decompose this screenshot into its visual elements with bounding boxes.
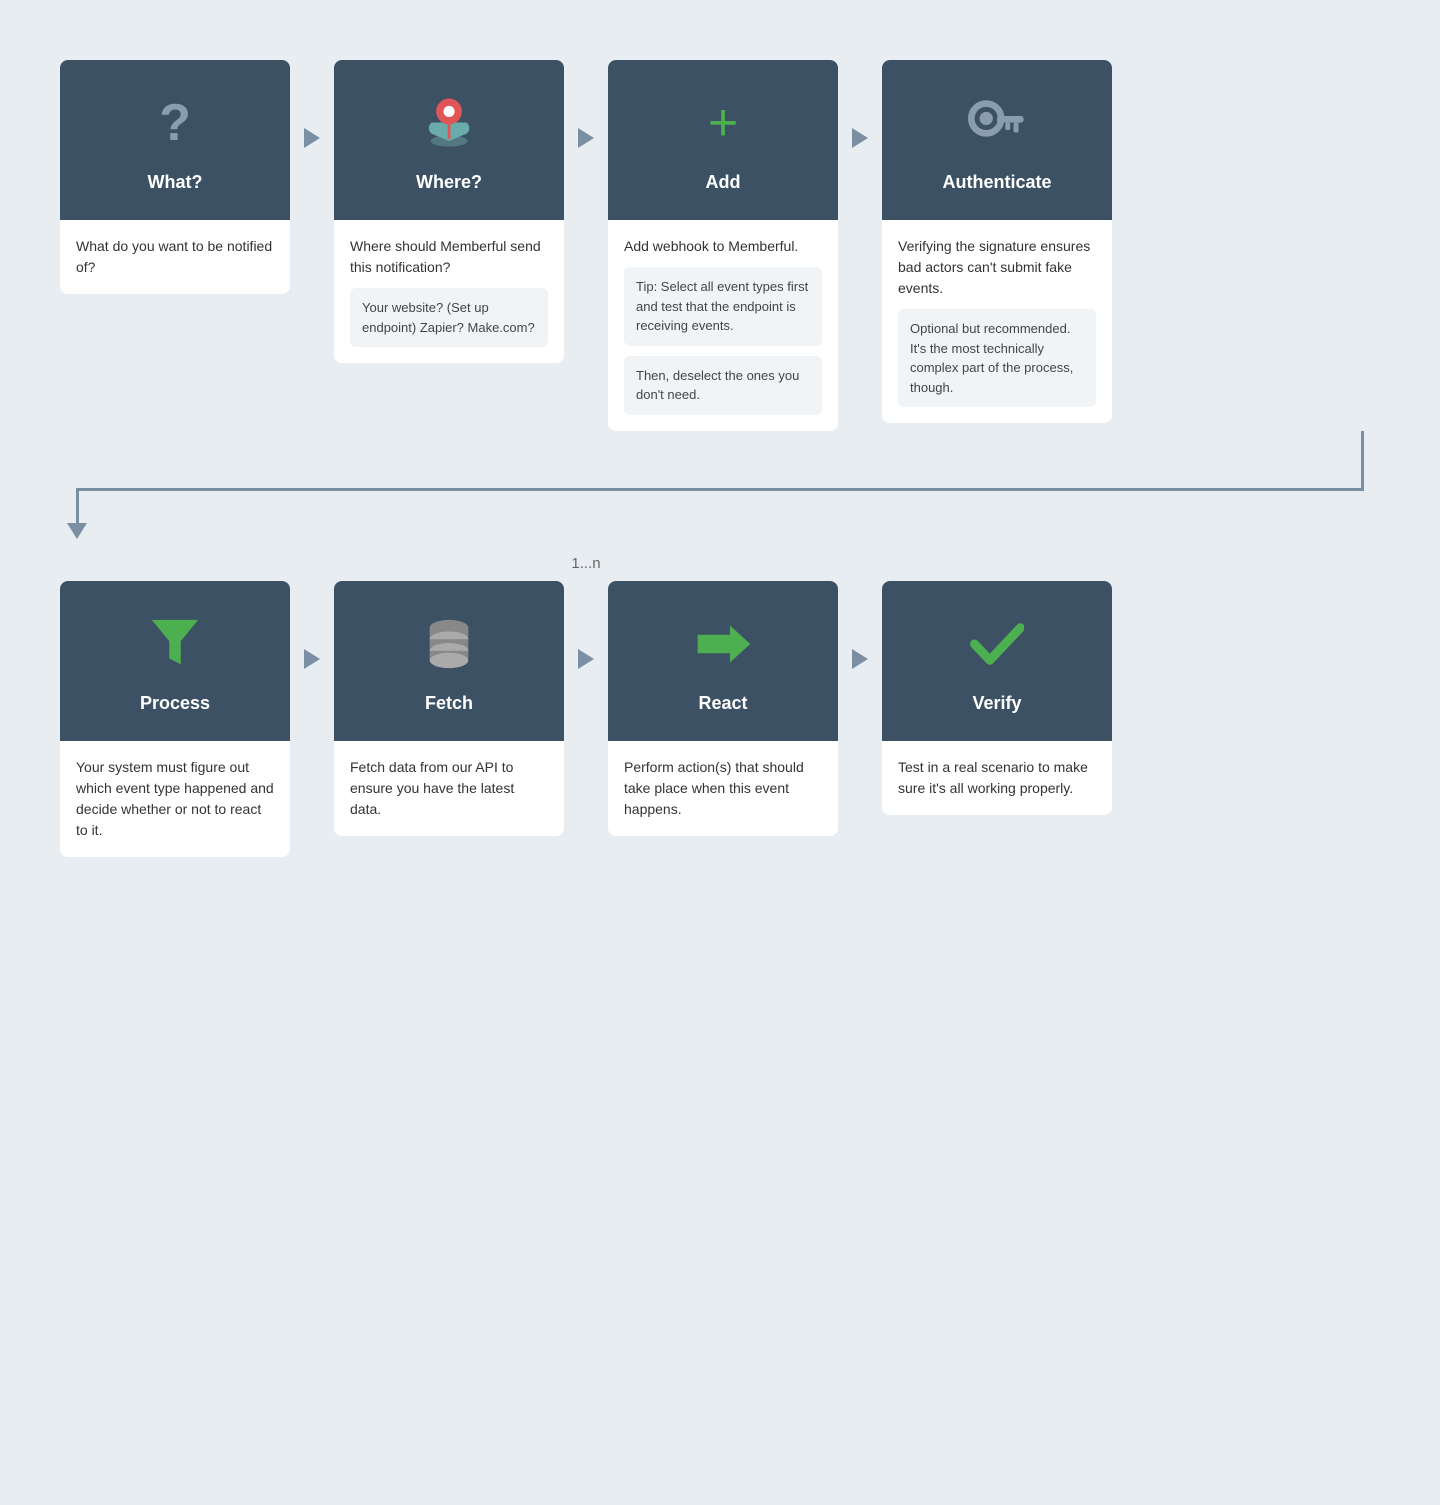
step-react-header: React (608, 581, 838, 741)
step-react-text: Perform action(s) that should take place… (624, 757, 822, 820)
arrow-right-icon2 (578, 128, 594, 148)
step-where-text2: Your website? (Set up endpoint) Zapier? … (362, 298, 536, 337)
step-process-body: Your system must figure out which event … (60, 741, 290, 857)
step-verify-text: Test in a real scenario to make sure it'… (898, 757, 1096, 799)
arrow-right-icon5 (578, 649, 594, 669)
step-verify-body: Test in a real scenario to make sure it'… (882, 741, 1112, 815)
step-process-text: Your system must figure out which event … (76, 757, 274, 841)
arrow-right-icon4 (304, 649, 320, 669)
question-icon: ? (159, 88, 191, 158)
row2: Process Your system must figure out whic… (60, 581, 1380, 857)
diagram-container: ? What? What do you want to be notified … (40, 40, 1400, 877)
plus-icon: + (708, 88, 738, 158)
step-what: ? What? What do you want to be notified … (60, 60, 290, 294)
arrow-right-icon (304, 128, 320, 148)
step-what-text: What do you want to be notified of? (76, 236, 274, 278)
arrow-right-icon3 (852, 128, 868, 148)
step-process-header: Process (60, 581, 290, 741)
step-what-header: ? What? (60, 60, 290, 220)
arrow-1-2 (290, 60, 334, 148)
step-authenticate-text1: Verifying the signature ensures bad acto… (898, 236, 1096, 299)
step-what-label: What? (148, 172, 203, 193)
funnel-icon (149, 609, 201, 679)
step-process: Process Your system must figure out whic… (60, 581, 290, 857)
step-where-body: Where should Memberful send this notific… (334, 220, 564, 363)
database-icon (423, 609, 475, 679)
arrow-5-6 (290, 581, 334, 669)
step-add-subbox2: Then, deselect the ones you don't need. (624, 356, 822, 415)
connector-line-bottom (76, 488, 1364, 491)
step-react-body: Perform action(s) that should take place… (608, 741, 838, 836)
location-icon (422, 88, 477, 158)
step-authenticate-body: Verifying the signature ensures bad acto… (882, 220, 1112, 423)
step-where-header: Where? (334, 60, 564, 220)
step-where-text1: Where should Memberful send this notific… (350, 236, 548, 278)
step-add-subbox1: Tip: Select all event types first and te… (624, 267, 822, 346)
step-fetch-header: Fetch (334, 581, 564, 741)
arrow-green-icon (693, 609, 753, 679)
step-where-label: Where? (416, 172, 482, 193)
step-authenticate: Authenticate Verifying the signature ens… (882, 60, 1112, 423)
arrow-2-3 (564, 60, 608, 148)
step-process-label: Process (140, 693, 210, 714)
step-add: + Add Add webhook to Memberful. Tip: Sel… (608, 60, 838, 431)
row-connector (60, 431, 1380, 531)
step-fetch: Fetch Fetch data from our API to ensure … (334, 581, 564, 836)
step-authenticate-subbox: Optional but recommended. It's the most … (898, 309, 1096, 407)
arrow-3-4 (838, 60, 882, 148)
step-add-label: Add (706, 172, 741, 193)
step-verify-label: Verify (972, 693, 1021, 714)
row2-container: 1...n Process Your system must figure ou… (60, 531, 1380, 857)
step-authenticate-header: Authenticate (882, 60, 1112, 220)
step-react-label: React (698, 693, 747, 714)
step-verify-header: Verify (882, 581, 1112, 741)
label-1n-inline: 1...n (571, 555, 600, 572)
step-where-subbox: Your website? (Set up endpoint) Zapier? … (350, 288, 548, 347)
step-authenticate-text2: Optional but recommended. It's the most … (910, 319, 1084, 397)
connector-line-right (1361, 431, 1364, 491)
step-add-header: + Add (608, 60, 838, 220)
step-react: React Perform action(s) that should take… (608, 581, 838, 836)
step-what-body: What do you want to be notified of? (60, 220, 290, 294)
step-fetch-label: Fetch (425, 693, 473, 714)
step-add-text1: Add webhook to Memberful. (624, 236, 822, 257)
step-add-text2: Tip: Select all event types first and te… (636, 277, 810, 336)
arrow-6-7: 1...n (564, 581, 608, 669)
step-verify: Verify Test in a real scenario to make s… (882, 581, 1112, 815)
step-where: Where? Where should Memberful send this … (334, 60, 564, 363)
step-add-text3: Then, deselect the ones you don't need. (636, 366, 810, 405)
key-icon (968, 88, 1026, 158)
row1: ? What? What do you want to be notified … (60, 60, 1380, 431)
arrow-right-icon6 (852, 649, 868, 669)
step-fetch-body: Fetch data from our API to ensure you ha… (334, 741, 564, 836)
step-authenticate-label: Authenticate (942, 172, 1051, 193)
step-fetch-text: Fetch data from our API to ensure you ha… (350, 757, 548, 820)
check-icon (970, 609, 1024, 679)
arrow-7-8 (838, 581, 882, 669)
step-add-body: Add webhook to Memberful. Tip: Select al… (608, 220, 838, 431)
